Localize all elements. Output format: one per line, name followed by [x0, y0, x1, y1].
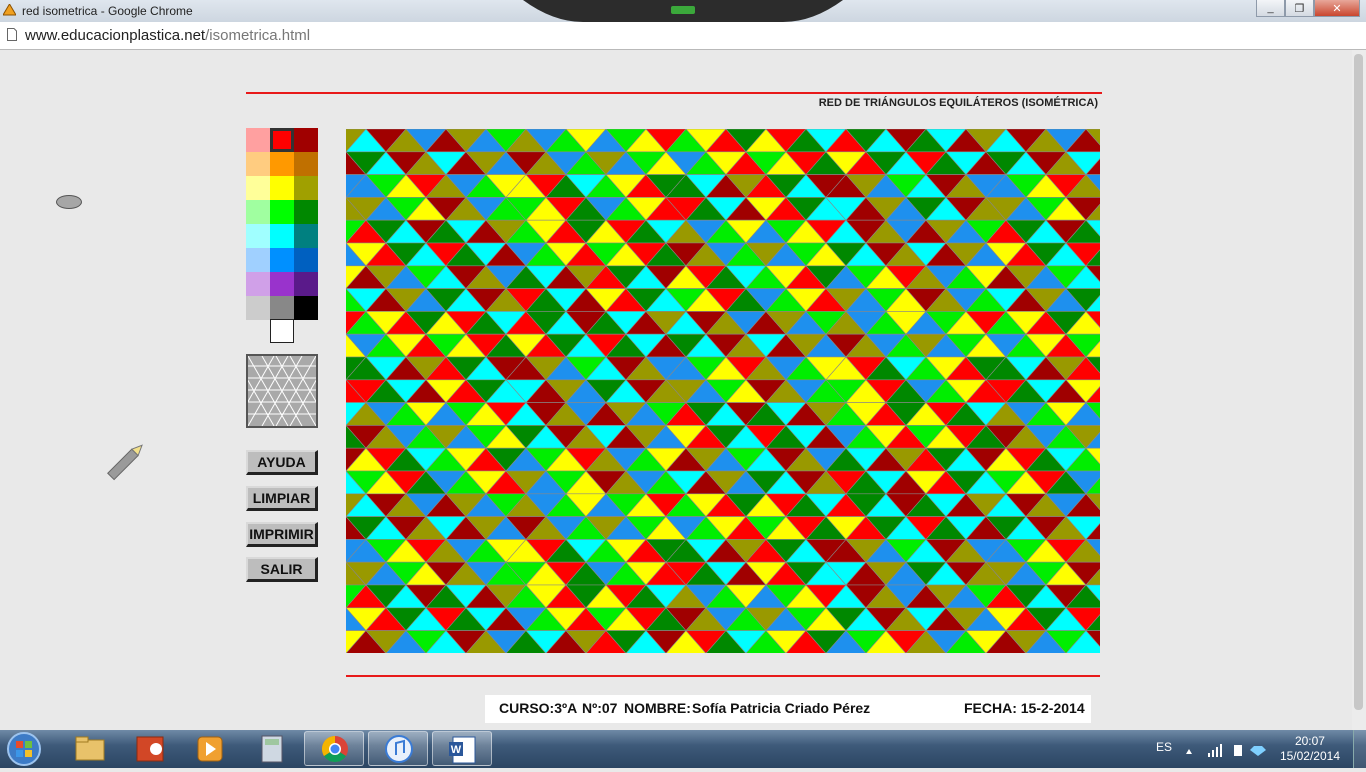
date-label: FECHA: 15-2-2014: [964, 700, 1085, 716]
minimize-button[interactable]: _: [1256, 0, 1285, 17]
palette-row: [246, 152, 318, 176]
itunes-taskbar-button[interactable]: [368, 731, 428, 766]
url-domain: www.educacionplastica.net: [25, 27, 206, 44]
color-swatch[interactable]: [246, 152, 270, 176]
vertical-scrollbar[interactable]: [1352, 50, 1366, 730]
color-swatch[interactable]: [246, 296, 270, 320]
color-swatch[interactable]: [294, 176, 318, 200]
color-swatch[interactable]: [294, 152, 318, 176]
windows-taskbar: W ES 20:07 15/02/2014: [0, 730, 1366, 768]
color-swatch[interactable]: [294, 296, 318, 320]
clear-button[interactable]: LIMPIAR: [246, 486, 318, 511]
number-label: Nº:07: [582, 700, 618, 716]
student-name: Sofía Patricia Criado Pérez: [692, 700, 871, 716]
color-swatch[interactable]: [270, 296, 294, 320]
address-bar[interactable]: www.educacionplastica.net/isometrica.htm…: [0, 22, 1366, 50]
itunes-icon: [385, 735, 413, 763]
window-titlebar: red isometrica - Google Chrome _ ❐ ✕: [0, 0, 1366, 22]
bottom-red-line: [346, 675, 1100, 677]
powerpoint-taskbar-button[interactable]: [120, 731, 180, 766]
show-hidden-icons-icon: [1186, 749, 1192, 754]
system-tray: ES 20:07 15/02/2014: [1136, 730, 1366, 768]
palette-row: [246, 200, 318, 224]
calculator-taskbar-button[interactable]: [242, 731, 302, 766]
explorer-taskbar-button[interactable]: [60, 731, 120, 766]
maximize-button[interactable]: ❐: [1285, 0, 1314, 17]
color-swatch[interactable]: [270, 224, 294, 248]
window-title: red isometrica - Google Chrome: [22, 4, 193, 18]
color-swatch[interactable]: [246, 272, 270, 296]
palette-row: [246, 272, 318, 296]
word-icon: W: [449, 736, 476, 764]
color-swatch[interactable]: [270, 272, 294, 296]
word-taskbar-button[interactable]: W: [432, 731, 492, 766]
cursor-oval-icon: [56, 195, 82, 209]
page-title: RED DE TRIÁNGULOS EQUILÁTEROS (ISOMÉTRIC…: [818, 97, 1098, 109]
color-swatch[interactable]: [294, 272, 318, 296]
course-label: CURSO:3ºA: [499, 700, 578, 716]
color-swatch[interactable]: [270, 128, 294, 152]
clock-date: 15/02/2014: [1279, 749, 1340, 763]
palette-row: [246, 296, 318, 320]
pencil-icon: [107, 444, 143, 481]
calculator-icon: [261, 735, 283, 763]
color-swatch[interactable]: [246, 224, 270, 248]
isometric-grid-icon: [233, 355, 331, 427]
help-button[interactable]: AYUDA: [246, 450, 318, 475]
grid-toggle-button[interactable]: [233, 354, 331, 428]
color-swatch[interactable]: [246, 128, 270, 152]
page-content: RED DE TRIÁNGULOS EQUILÁTEROS (ISOMÉTRIC…: [0, 50, 1352, 730]
taskbar-clock[interactable]: 20:07 15/02/2014: [1280, 734, 1340, 764]
white-swatch[interactable]: [270, 319, 294, 343]
palette-row: [246, 224, 318, 248]
name-label: NOMBRE:: [624, 700, 691, 716]
palette-row: [246, 248, 318, 272]
color-swatch[interactable]: [294, 200, 318, 224]
isometric-grid-drawing[interactable]: [305, 128, 1167, 677]
media-player-taskbar-button[interactable]: [180, 731, 240, 766]
svg-text:W: W: [451, 744, 462, 756]
clock-time: 20:07: [1294, 734, 1325, 748]
drawing-canvas[interactable]: [305, 128, 1167, 677]
url-text[interactable]: www.educacionplastica.net/isometrica.htm…: [25, 27, 310, 44]
exit-button[interactable]: SALIR: [246, 557, 318, 582]
window-notch: [523, 0, 843, 22]
show-desktop-button[interactable]: [1353, 730, 1366, 768]
language-indicator[interactable]: ES: [1156, 740, 1172, 754]
page-favicon-icon: [3, 4, 16, 16]
start-button[interactable]: [4, 731, 44, 767]
color-swatch[interactable]: [294, 128, 318, 152]
student-info: CURSO:3ºA Nº:07 NOMBRE: Sofía Patricia C…: [485, 695, 1091, 723]
page-icon: [7, 28, 17, 41]
chrome-icon: [321, 735, 348, 763]
palette-row: [246, 128, 318, 152]
close-button[interactable]: ✕: [1314, 0, 1360, 17]
color-palette: [246, 128, 318, 320]
folder-icon: [75, 736, 105, 761]
powerpoint-icon: [136, 736, 164, 762]
chrome-taskbar-button[interactable]: [304, 731, 364, 766]
top-red-line: [246, 92, 1102, 94]
palette-row: [246, 176, 318, 200]
color-swatch[interactable]: [246, 248, 270, 272]
color-swatch[interactable]: [294, 224, 318, 248]
media-player-icon: [197, 736, 223, 762]
color-swatch[interactable]: [270, 200, 294, 224]
color-swatch[interactable]: [270, 176, 294, 200]
color-swatch[interactable]: [270, 152, 294, 176]
color-swatch[interactable]: [270, 248, 294, 272]
color-swatch[interactable]: [246, 200, 270, 224]
scrollbar-thumb[interactable]: [1354, 54, 1363, 710]
color-swatch[interactable]: [294, 248, 318, 272]
print-button[interactable]: IMPRIMIR: [246, 522, 318, 547]
color-swatch[interactable]: [246, 176, 270, 200]
tray-icons[interactable]: [1184, 742, 1284, 758]
url-path: /isometrica.html: [205, 27, 311, 44]
